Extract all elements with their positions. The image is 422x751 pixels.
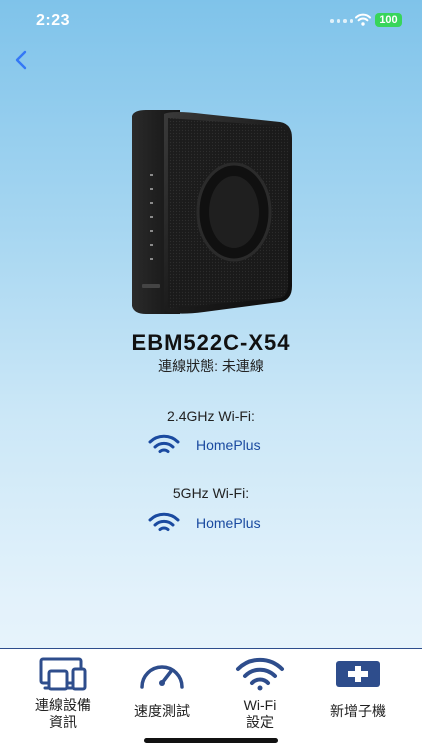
nav-label: 資訊 xyxy=(49,714,77,730)
battery-indicator: 100 xyxy=(375,13,402,27)
band-label-2-4ghz: 2.4GHz Wi-Fi: xyxy=(167,408,255,424)
nav-speed-test[interactable]: 速度測試 xyxy=(117,649,207,751)
router-image xyxy=(132,110,292,314)
back-button[interactable] xyxy=(8,46,38,76)
band-label-5ghz: 5GHz Wi-Fi: xyxy=(172,485,250,501)
nav-connected-devices[interactable]: 連線設備 資訊 xyxy=(18,649,108,751)
devices-icon xyxy=(39,657,87,691)
nav-label: 連線設備 xyxy=(35,697,91,713)
home-indicator[interactable] xyxy=(144,738,278,743)
add-icon xyxy=(336,661,380,687)
chevron-left-icon xyxy=(15,50,27,70)
bottom-nav-bar: 連線設備 資訊 速度測試 Wi-Fi 設定 新增子機 xyxy=(0,648,422,751)
nav-label: 速度測試 xyxy=(134,703,190,719)
ssid-name-5ghz: HomePlus xyxy=(196,515,261,531)
device-model-title: EBM522C-X54 xyxy=(131,330,291,355)
nav-label: 新增子機 xyxy=(330,703,386,719)
wifi-icon xyxy=(148,512,180,531)
cellular-signal-icon xyxy=(330,19,353,23)
ssid-name-2-4ghz: HomePlus xyxy=(196,437,261,453)
nav-label: 設定 xyxy=(246,714,274,730)
connection-status: 連線狀態: 未連線 xyxy=(158,358,264,374)
nav-wifi-settings[interactable]: Wi-Fi 設定 xyxy=(215,649,305,751)
nav-label: Wi-Fi xyxy=(243,697,277,713)
ssid-row-2-4ghz[interactable]: HomePlus xyxy=(148,434,261,456)
wifi-icon xyxy=(236,657,284,691)
wifi-icon xyxy=(148,434,180,453)
nav-add-extender[interactable]: 新增子機 xyxy=(313,649,403,751)
status-time: 2:23 xyxy=(36,12,71,29)
speedometer-icon xyxy=(140,665,184,689)
ssid-row-5ghz[interactable]: HomePlus xyxy=(148,512,261,534)
status-bar: 2:23 100 xyxy=(0,0,422,44)
status-wifi-icon xyxy=(355,13,371,26)
